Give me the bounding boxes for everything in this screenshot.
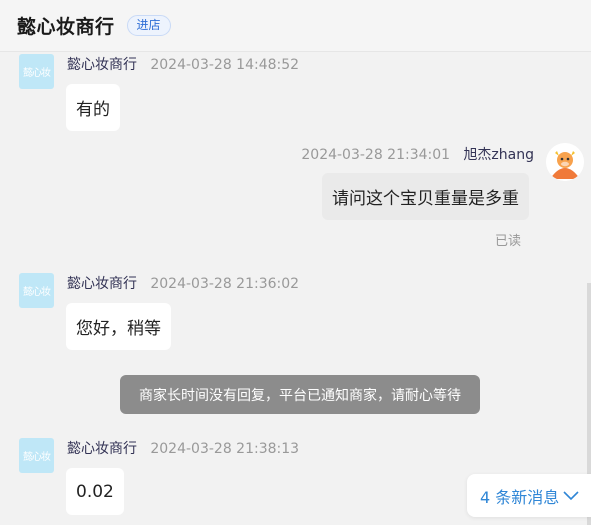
message-time: 2024-03-28 21:36:02	[150, 276, 300, 292]
message-meta: 懿心妆商行 2024-03-28 21:38:13	[67, 438, 299, 458]
chevron-down-icon	[563, 487, 579, 505]
message-meta: 懿心妆商行 2024-03-28 21:36:02	[67, 273, 299, 293]
sender-name: 懿心妆商行	[67, 276, 137, 292]
read-status: 已读	[495, 234, 522, 249]
sender-name: 懿心妆商行	[67, 441, 137, 457]
message-bubble[interactable]: 0.02	[66, 468, 124, 515]
shop-avatar[interactable]: 懿心妆	[19, 273, 54, 308]
message-bubble[interactable]: 有的	[66, 84, 120, 131]
new-messages-label: 4 条新消息	[480, 487, 560, 507]
shop-title[interactable]: 懿心妆商行	[17, 12, 115, 39]
sender-name: 旭杰zhang	[463, 147, 534, 163]
message-meta: 懿心妆商行 2024-03-28 14:48:52	[67, 54, 299, 74]
message-meta: 2024-03-28 21:34:01 旭杰zhang	[301, 144, 534, 164]
chat-area[interactable]: 懿心妆 懿心妆商行 2024-03-28 14:48:52 有的 2024-03…	[0, 53, 591, 525]
chat-header: 懿心妆商行 进店	[0, 0, 591, 52]
shop-avatar[interactable]: 懿心妆	[19, 54, 54, 89]
message-bubble[interactable]: 您好，稍等	[66, 303, 171, 350]
enter-shop-button[interactable]: 进店	[126, 15, 171, 36]
message-time: 2024-03-28 14:48:52	[150, 57, 300, 73]
system-tip: 商家长时间没有回复，平台已通知商家，请耐心等待	[120, 375, 480, 414]
sender-name: 懿心妆商行	[67, 57, 137, 73]
user-avatar[interactable]	[546, 143, 584, 181]
message-time: 2024-03-28 21:38:13	[150, 441, 300, 457]
cow-mascot-icon	[546, 143, 584, 181]
shop-avatar[interactable]: 懿心妆	[19, 438, 54, 473]
message-bubble[interactable]: 请问这个宝贝重量是多重	[322, 173, 529, 220]
new-messages-button[interactable]: 4 条新消息	[467, 474, 591, 517]
message-time: 2024-03-28 21:34:01	[301, 147, 451, 163]
